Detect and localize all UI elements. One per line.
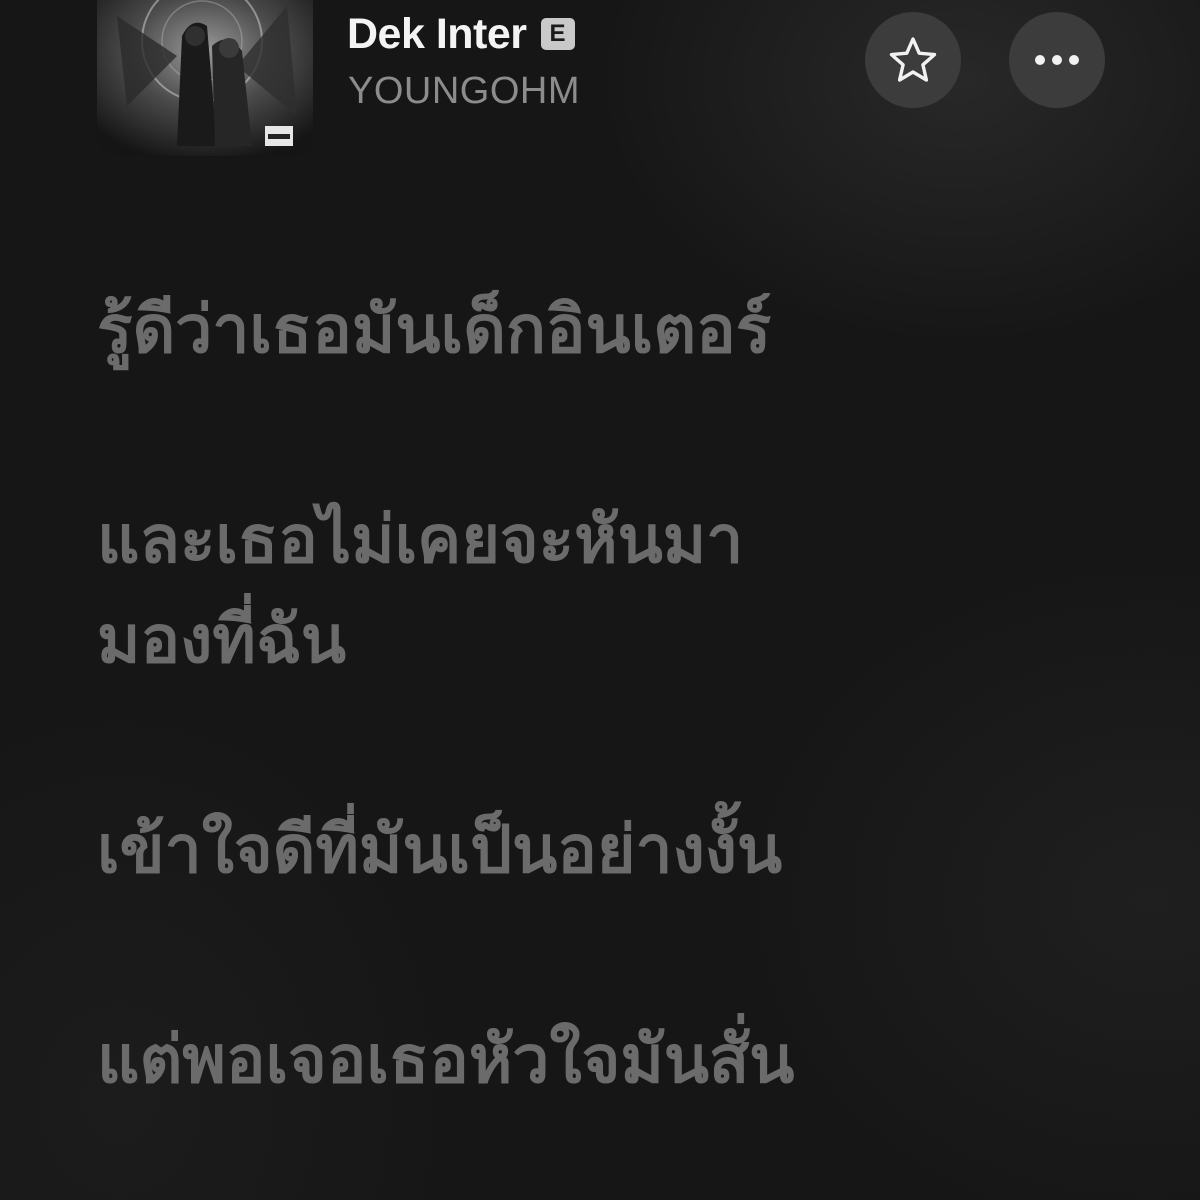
lyric-block[interactable]: และเธอไม่เคยจะหันมา มองที่ฉัน — [97, 490, 1177, 690]
explicit-badge: E — [540, 18, 575, 50]
favorite-button[interactable] — [865, 12, 961, 108]
ellipsis-icon — [1035, 55, 1079, 65]
lyrics-view: รู้ดีว่าเธอมันเด็กอินเตอร์ และเธอไม่เคยจ… — [97, 280, 1177, 1110]
lyric-line: มองที่ฉัน — [97, 601, 346, 678]
album-artwork-image — [97, 0, 313, 156]
track-title-row: Dek Inter E — [347, 6, 575, 62]
lyric-block[interactable]: แต่พอเจอเธอหัวใจมันสั่น — [97, 1010, 1177, 1110]
track-title[interactable]: Dek Inter — [347, 10, 527, 59]
lyric-block[interactable]: รู้ดีว่าเธอมันเด็กอินเตอร์ — [97, 280, 1177, 380]
album-artwork[interactable] — [97, 0, 313, 156]
artist-name[interactable]: YOUNGOHM — [348, 70, 580, 113]
lyric-line: รู้ดีว่าเธอมันเด็กอินเตอร์ — [97, 291, 772, 368]
more-options-button[interactable] — [1009, 12, 1105, 108]
now-playing-header: Dek Inter E YOUNGOHM — [0, 0, 1200, 170]
lyric-line: เข้าใจดีที่มันเป็นอย่างงั้น — [97, 811, 783, 888]
star-icon — [889, 37, 937, 82]
lyric-line: และเธอไม่เคยจะหันมา — [97, 501, 744, 578]
lyric-line: แต่พอเจอเธอหัวใจมันสั่น — [97, 1021, 795, 1098]
lyric-block[interactable]: เข้าใจดีที่มันเป็นอย่างงั้น — [97, 800, 1177, 900]
